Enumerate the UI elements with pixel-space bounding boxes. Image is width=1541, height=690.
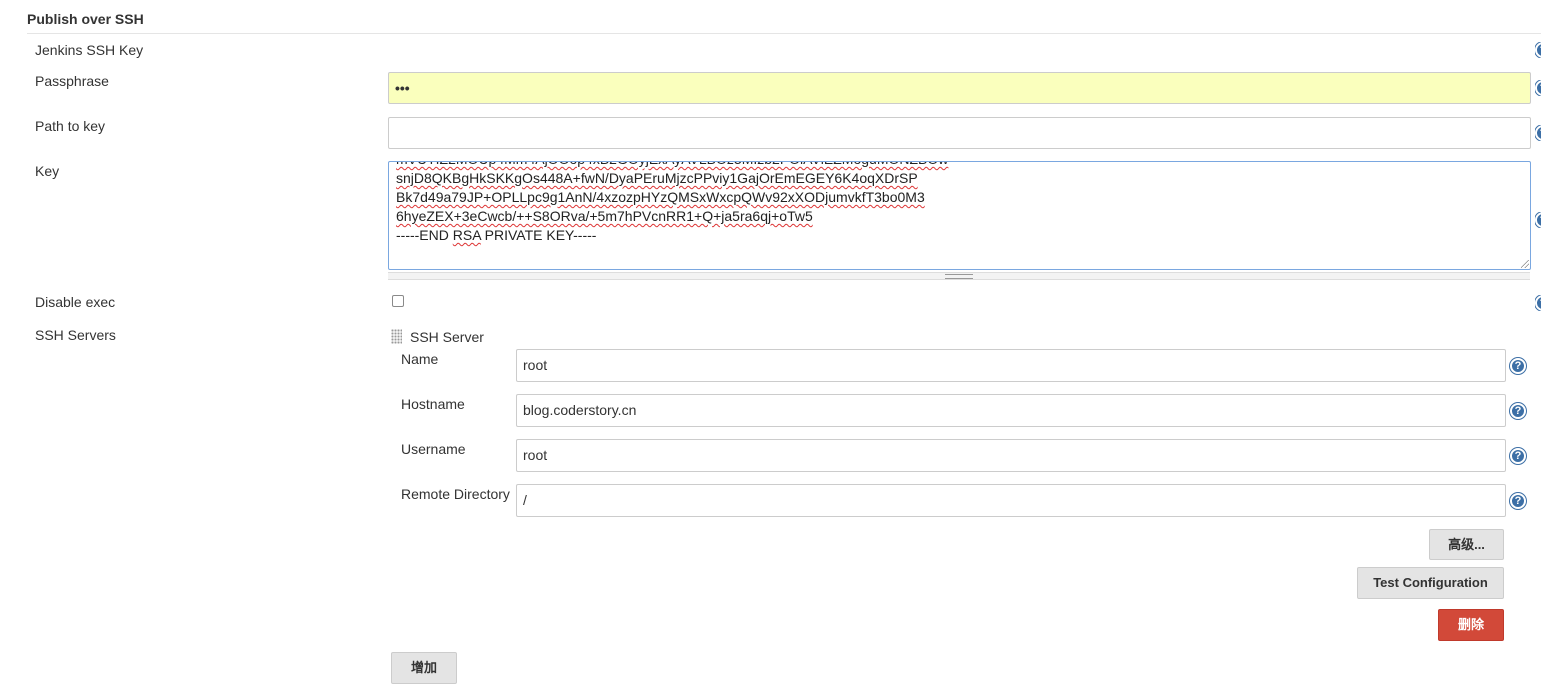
help-icon[interactable]: ? (1535, 42, 1541, 58)
remote-directory-label: Remote Directory (401, 486, 510, 502)
key-line: snjD8QKBgHkSKKgOs448A+fwN/DyaPEruMjzcPPv… (396, 170, 918, 186)
username-input[interactable]: root (516, 439, 1506, 472)
help-icon[interactable]: ? (1510, 448, 1526, 464)
help-icon[interactable]: ? (1535, 80, 1541, 96)
passphrase-label: Passphrase (35, 73, 109, 89)
disable-exec-checkbox[interactable] (392, 295, 404, 307)
help-icon-glyph: ? (1535, 80, 1541, 96)
drag-handle-icon[interactable] (391, 329, 402, 344)
key-line: 6hyeZEX+3eCwcb/++S8ORva/+5m7hPVcnRR1+Q+j… (396, 208, 813, 224)
help-icon[interactable]: ? (1510, 403, 1526, 419)
help-icon[interactable]: ? (1510, 493, 1526, 509)
test-configuration-button[interactable]: Test Configuration (1357, 567, 1504, 599)
section-divider (27, 33, 1541, 34)
help-icon[interactable]: ? (1535, 295, 1541, 311)
help-icon-glyph: ? (1535, 42, 1541, 58)
key-line: -----END RSA PRIVATE KEY----- (396, 226, 596, 245)
help-icon-glyph: ? (1535, 125, 1541, 141)
disable-exec-label: Disable exec (35, 294, 116, 310)
advanced-button[interactable]: 高级... (1429, 529, 1504, 560)
help-icon-glyph: ? (1535, 212, 1541, 228)
help-icon[interactable]: ? (1535, 212, 1541, 228)
resize-grip-icon[interactable] (1521, 260, 1529, 268)
name-label: Name (401, 351, 439, 367)
key-line-text: RSA (452, 227, 481, 243)
hostname-input[interactable]: blog.coderstory.cn (516, 394, 1506, 427)
passphrase-input[interactable]: ••• (388, 72, 1531, 104)
hostname-label: Hostname (401, 396, 465, 412)
path-to-key-label: Path to key (35, 118, 106, 134)
key-textarea[interactable]: mVUTIZ2MOUp4Mm4AjOOop4xB2GOyjExAyAVLBOz3… (388, 161, 1531, 270)
section-title: Publish over SSH (27, 11, 144, 27)
textarea-splitter[interactable] (388, 272, 1530, 280)
splitter-grip-icon (945, 274, 973, 279)
help-icon-glyph: ? (1535, 295, 1541, 311)
key-label: Key (35, 163, 60, 179)
help-icon[interactable]: ? (1510, 358, 1526, 374)
help-icon[interactable]: ? (1535, 125, 1541, 141)
key-line-text: -----END (396, 227, 453, 243)
ssh-server-heading: SSH Server (410, 329, 484, 345)
key-line: mVUTIZ2MOUp4Mm4AjOOop4xB2GOyjExAyAVLBOz3… (396, 162, 948, 169)
jenkins-ssh-key-label: Jenkins SSH Key (35, 42, 144, 58)
username-label: Username (401, 441, 466, 457)
remote-directory-input[interactable]: / (516, 484, 1506, 517)
key-line: Bk7d49a79JP+OPLLpc9g1AnN/4xzozpHYzQMSxWx… (396, 189, 925, 205)
delete-button[interactable]: 删除 (1438, 609, 1504, 641)
path-to-key-input[interactable] (388, 117, 1531, 149)
name-input[interactable]: root (516, 349, 1506, 382)
key-line-text: PRIVATE KEY----- (480, 227, 597, 243)
ssh-servers-label: SSH Servers (35, 327, 116, 343)
add-server-button[interactable]: 增加 (391, 652, 457, 684)
